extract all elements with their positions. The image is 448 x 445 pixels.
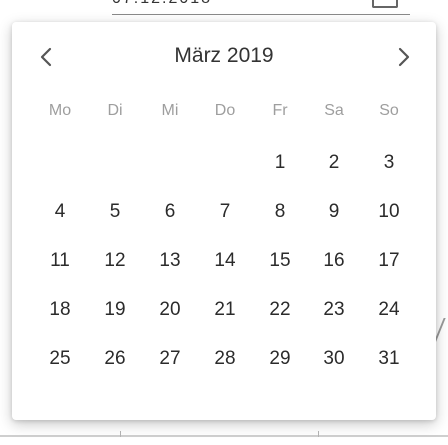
day-cell[interactable]: 27: [148, 341, 192, 377]
day-cell[interactable]: 16: [312, 243, 356, 279]
day-cell[interactable]: 25: [38, 341, 82, 377]
month-title: März 2019: [174, 44, 274, 67]
day-cell[interactable]: 29: [258, 341, 302, 377]
day-cell[interactable]: 22: [258, 292, 302, 328]
day-cell[interactable]: 21: [203, 292, 247, 328]
day-cell[interactable]: 11: [38, 243, 82, 279]
next-month-button[interactable]: [387, 42, 421, 72]
day-cell[interactable]: 30: [312, 341, 356, 377]
day-cell[interactable]: 13: [148, 243, 192, 279]
day-cell[interactable]: 24: [367, 292, 411, 328]
weekday-label: Do: [214, 102, 236, 119]
date-picker-popup: März 2019 Mo Di Mi Do Fr Sa So 1 2 3 4 5 6 7 8 9 10 11 12…: [12, 22, 436, 420]
day-cell[interactable]: 7: [203, 194, 247, 230]
calendar-icon[interactable]: [372, 0, 398, 8]
weekday-label: Mo: [48, 102, 72, 119]
day-cell[interactable]: 18: [38, 292, 82, 328]
weekday-label: Sa: [324, 102, 344, 119]
day-cell[interactable]: 4: [38, 194, 82, 230]
day-cell[interactable]: 2: [312, 145, 356, 181]
day-cell[interactable]: 5: [93, 194, 137, 230]
day-cell[interactable]: 6: [148, 194, 192, 230]
background-date-field[interactable]: 07.12.2018: [112, 0, 242, 8]
day-cell[interactable]: 9: [312, 194, 356, 230]
day-cell[interactable]: 8: [258, 194, 302, 230]
day-cell[interactable]: 31: [367, 341, 411, 377]
day-cell[interactable]: 12: [93, 243, 137, 279]
background-tick: [120, 431, 121, 437]
background-bottom-line: [0, 435, 448, 437]
day-cell[interactable]: 20: [148, 292, 192, 328]
chevron-right-icon: [398, 47, 410, 67]
day-cell[interactable]: 14: [203, 243, 247, 279]
day-cell[interactable]: 17: [367, 243, 411, 279]
weekday-label: Mi: [161, 102, 179, 119]
background-date-value: 07.12.2018: [112, 0, 212, 8]
day-cell[interactable]: 10: [367, 194, 411, 230]
weekday-label: Fr: [272, 102, 288, 119]
day-cell[interactable]: 26: [93, 341, 137, 377]
weekday-label: Di: [107, 102, 123, 119]
day-cell[interactable]: 3: [367, 145, 411, 181]
day-cell[interactable]: 1: [258, 145, 302, 181]
background-tick: [318, 431, 319, 437]
day-cell[interactable]: 28: [203, 341, 247, 377]
weekday-label: So: [379, 102, 399, 119]
day-cell[interactable]: 19: [93, 292, 137, 328]
day-cell[interactable]: 15: [258, 243, 302, 279]
background-field-underline: [112, 14, 410, 15]
day-cell[interactable]: 23: [312, 292, 356, 328]
